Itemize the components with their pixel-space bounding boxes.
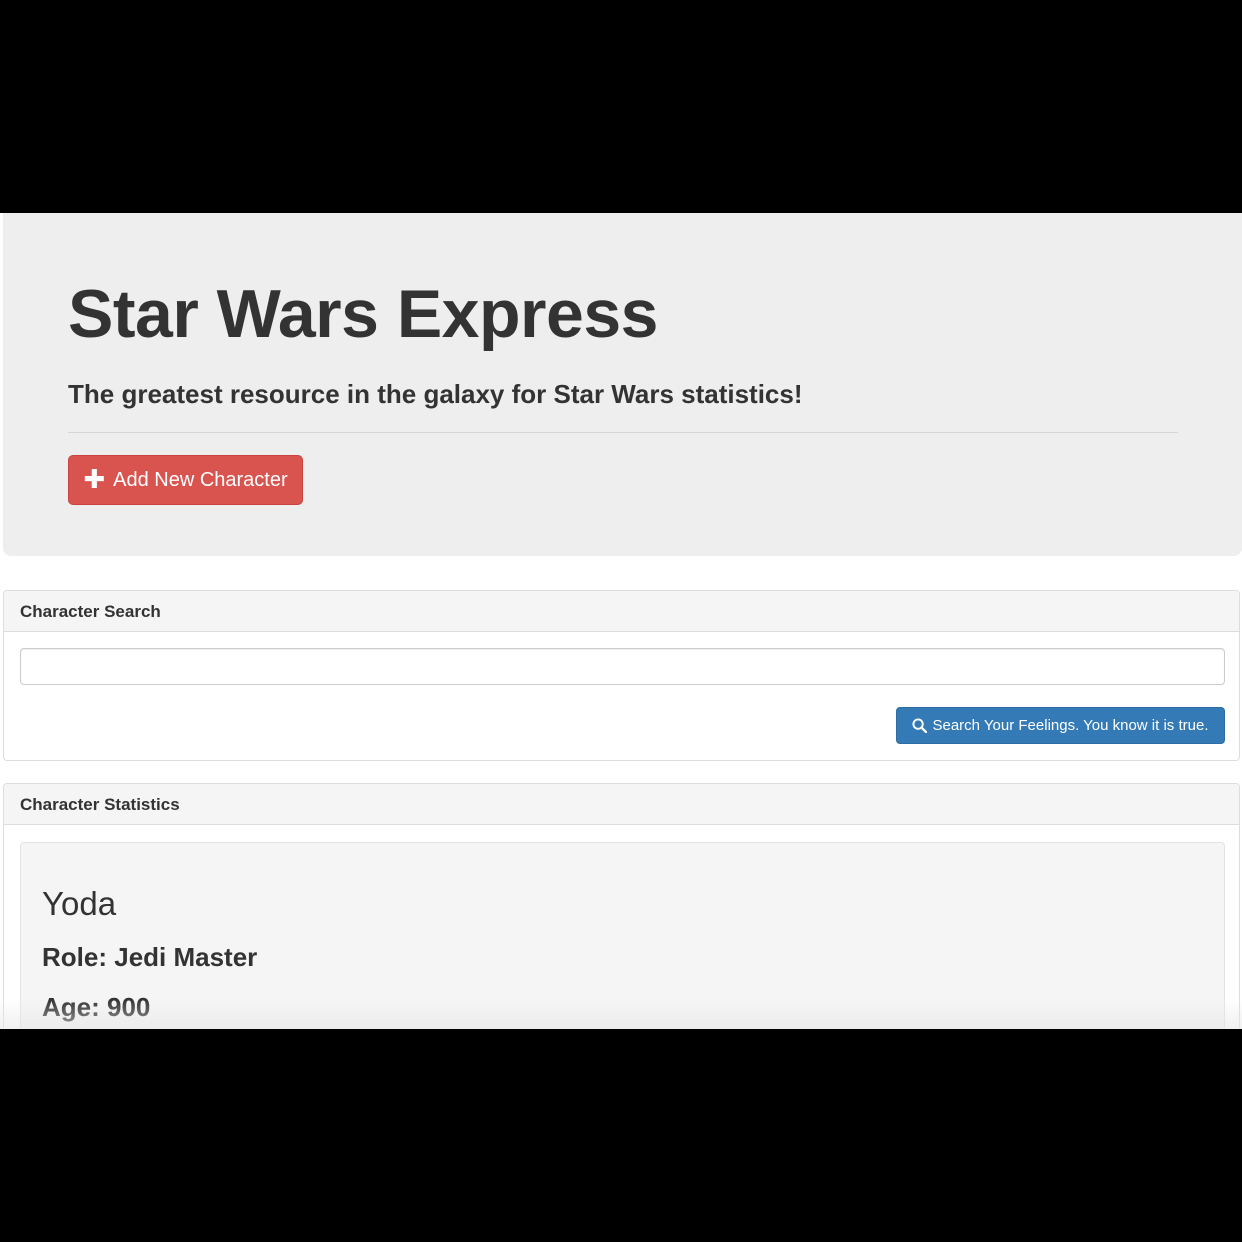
search-input[interactable] — [20, 648, 1225, 685]
character-statistics-heading: Character Statistics — [4, 784, 1239, 825]
search-button-label: Search Your Feelings. You know it is tru… — [932, 717, 1209, 734]
page-title: Star Wars Express — [68, 276, 658, 352]
page-viewport: Star Wars Express The greatest resource … — [0, 213, 1242, 1029]
character-age: Age: 900 — [42, 992, 150, 1023]
character-role: Role: Jedi Master — [42, 942, 257, 973]
divider — [68, 432, 1178, 433]
plus-icon: ✚ — [83, 463, 106, 494]
character-card: Yoda Role: Jedi Master Age: 900 — [20, 842, 1225, 1029]
role-label: Role: — [42, 942, 107, 972]
jumbotron: Star Wars Express The greatest resource … — [3, 213, 1242, 556]
role-value: Jedi Master — [114, 942, 258, 972]
character-name: Yoda — [42, 885, 117, 922]
character-search-panel: Character Search Search Your Feelings. Y… — [3, 590, 1240, 761]
character-search-heading: Character Search — [4, 591, 1239, 632]
page-subtitle: The greatest resource in the galaxy for … — [68, 379, 803, 409]
search-button[interactable]: Search Your Feelings. You know it is tru… — [896, 707, 1225, 744]
character-statistics-panel: Character Statistics Yoda Role: Jedi Mas… — [3, 783, 1240, 1029]
add-character-button[interactable]: ✚ Add New Character — [68, 455, 303, 505]
letterbox-top — [0, 0, 1242, 213]
letterbox-bottom — [0, 1029, 1242, 1242]
age-label: Age: — [42, 992, 100, 1022]
age-value: 900 — [107, 992, 151, 1022]
search-icon — [912, 718, 928, 733]
add-character-label: Add New Character — [113, 468, 288, 491]
